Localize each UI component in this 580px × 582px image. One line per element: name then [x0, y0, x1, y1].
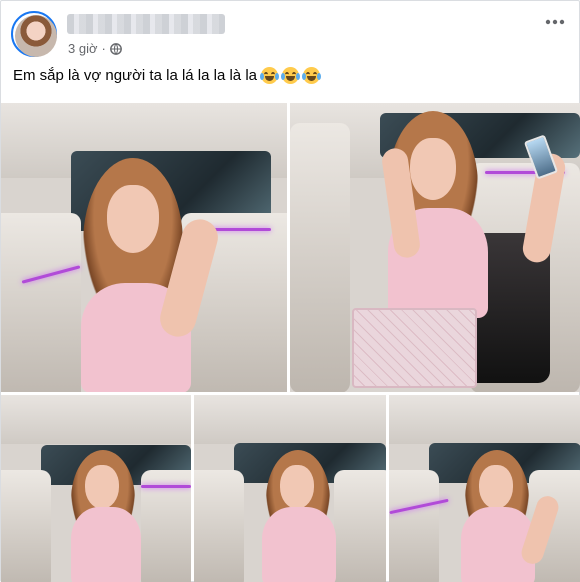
post-photo-4[interactable] — [194, 395, 386, 582]
laughing-tears-emoji — [302, 67, 321, 84]
caption-text: Em sắp là vợ người ta la lá la la là la — [13, 67, 257, 84]
post-header: 3 giờ · — [11, 11, 571, 57]
post-photo-2[interactable] — [290, 103, 580, 392]
post-photo-1[interactable] — [1, 103, 287, 392]
more-options-button[interactable] — [541, 11, 569, 33]
post-timestamp[interactable]: 3 giờ — [68, 41, 98, 56]
globe-icon[interactable] — [109, 42, 122, 55]
avatar-image — [15, 15, 57, 57]
post-caption: Em sắp là vợ người ta la lá la la là la — [13, 67, 321, 84]
avatar[interactable] — [11, 11, 57, 57]
facebook-post: 3 giờ · Em sắp là vợ người ta la lá la l… — [0, 0, 580, 582]
post-photo-3[interactable] — [1, 395, 191, 582]
author-name-blurred[interactable] — [67, 14, 225, 34]
more-options-icon — [545, 19, 565, 25]
laughing-tears-emoji — [260, 67, 279, 84]
post-photo-5[interactable] — [389, 395, 580, 582]
laughing-tears-emoji — [281, 67, 300, 84]
post-meta: 3 giờ · — [68, 41, 122, 56]
